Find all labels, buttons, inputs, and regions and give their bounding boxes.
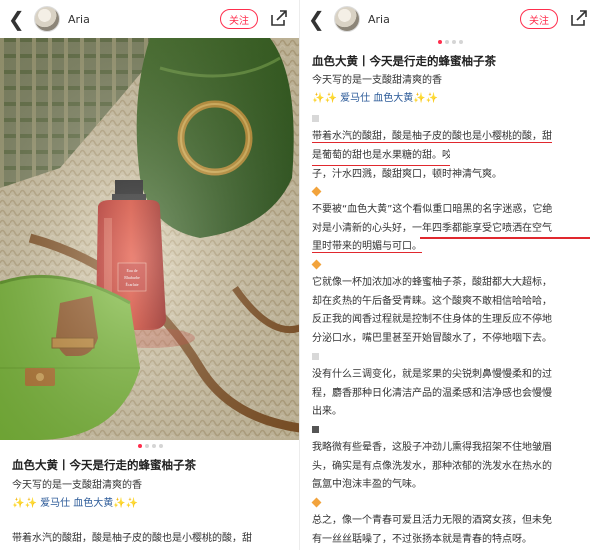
text-line: 没有什么三调变化，就是浆果的尖锐刺鼻慢慢柔和的过 <box>312 369 552 381</box>
sparkle-icon: ✨✨ <box>113 498 139 509</box>
paragraph: 带着水汽的酸甜，酸是柚子皮的酸也是小樱桃的酸，甜 是葡萄的甜也是水果糖的甜。咬了… <box>312 110 590 185</box>
perfume-photo: Eau de Rhubarbe Écarlate <box>0 38 300 440</box>
diamond-icon <box>311 497 322 507</box>
text-line: 分泌口水，嘴巴里甚至开始冒酸水了，不停地咽下去。 <box>312 332 552 344</box>
diamond-icon <box>311 186 322 196</box>
highlighted-text: 是葡萄的甜也是水果糖的甜。咬了一口红彤彤的小果 <box>312 147 450 167</box>
paragraph: 总之，像一个青春可爱且活力无限的酒窝女孩，但未免 有一丝丝聒噪了，不过张扬本就是… <box>311 494 590 549</box>
carousel-indicator <box>0 444 300 450</box>
text-line: 头，确实是有点像洗发水，那种浓郁的洗发水在热水的 <box>312 460 552 472</box>
paragraph: 不要被“血色大黄”这个看似重口暗黑的名字迷惑，它绝 对是小清新的心头好，一年四季… <box>311 183 590 257</box>
post-excerpt: 带着水汽的酸甜，酸是柚子皮的酸也是小樱桃的酸，甜 <box>12 533 252 544</box>
post-header: ❮ Aria 关注 <box>300 0 600 38</box>
post-intro: 今天写的是一支酸甜清爽的香 <box>312 75 442 86</box>
section-marker <box>312 348 590 366</box>
share-icon[interactable] <box>570 9 588 27</box>
username[interactable]: Aria <box>368 13 390 26</box>
sparkle-icon: ✨✨ <box>312 93 337 104</box>
text-line: 子，汁水四溅，酸甜爽口，顿时神清气爽。 <box>312 169 502 181</box>
carousel-dot <box>437 40 442 44</box>
post-header: ❮ Aria 关注 <box>0 0 300 38</box>
follow-button[interactable]: 关注 <box>520 9 558 29</box>
brand-line: ✨✨ 爱马仕 血色大黄✨✨ <box>312 90 590 108</box>
square-icon <box>312 352 319 360</box>
carousel-dot <box>458 40 463 44</box>
post-photo[interactable]: Eau de Rhubarbe Écarlate <box>0 38 300 440</box>
square-icon <box>312 114 319 122</box>
section-marker <box>311 183 590 201</box>
brand-tag[interactable]: 爱马仕 血色大黄 <box>340 93 413 104</box>
sparkle-icon: ✨✨ <box>413 93 439 104</box>
text-line: 有一丝丝聒噪了，不过张扬本就是青春的特点呀。 <box>312 533 532 545</box>
text-line: 不要被“血色大黄”这个看似重口暗黑的名字迷惑，它绝 <box>312 204 553 216</box>
post-intro: 今天写的是一支酸甜清爽的香 <box>12 480 142 491</box>
carousel-indicator <box>300 40 600 44</box>
username[interactable]: Aria <box>68 13 90 26</box>
section-marker <box>311 494 590 512</box>
highlighted-text: 带着水汽的酸甜，酸是柚子皮的酸也是小樱桃的酸，甜 <box>312 131 552 144</box>
follow-button[interactable]: 关注 <box>220 9 258 29</box>
paragraph: 我略微有些晕香，这股子冲劲儿熏得我招架不住地皱眉 头，确实是有点像洗发水，那种浓… <box>312 421 590 495</box>
right-phone-screen: ❮ Aria 关注 血色大黄丨今天是行走的蜂蜜柚子茶 今天写的是一支酸甜清爽的香… <box>300 0 600 550</box>
square-icon <box>312 425 319 433</box>
text-line: 它就像一杯加浓加冰的蜂蜜柚子茶，酸甜都大大超标， <box>312 277 552 289</box>
highlighted-text: 里时带来的明媚与可口。 <box>312 241 422 254</box>
brand-tag[interactable]: 爱马仕 血色大黄 <box>40 498 113 509</box>
text-line: 出来。 <box>312 406 342 418</box>
avatar[interactable] <box>34 6 60 32</box>
carousel-dot <box>158 444 163 448</box>
carousel-dot <box>444 40 449 44</box>
carousel-dot <box>151 444 156 448</box>
section-marker <box>311 256 590 274</box>
text-line: 带着水汽的酸甜，酸是柚子皮的酸也是小樱桃的酸，甜 <box>312 128 590 146</box>
text-line: 却在炙热的午后备受青睐。这个酸爽不敢相信哈哈哈， <box>312 295 552 307</box>
share-icon[interactable] <box>270 9 288 27</box>
sparkle-icon: ✨✨ <box>12 498 37 509</box>
section-marker <box>312 421 590 439</box>
carousel-dot <box>137 444 142 448</box>
text-line: 程，麝香那种日化清洁产品的温柔感和洁净感也会慢慢 <box>312 387 552 399</box>
section-marker <box>312 110 590 128</box>
brand-line: ✨✨ 爱马仕 血色大黄✨✨ <box>12 495 290 513</box>
post-title: 血色大黄丨今天是行走的蜂蜜柚子茶 <box>12 458 196 472</box>
avatar[interactable] <box>334 6 360 32</box>
paragraph: 没有什么三调变化，就是浆果的尖锐刺鼻慢慢柔和的过 程，麝香那种日化清洁产品的温柔… <box>312 348 590 422</box>
text-line: 是葡萄的甜也是水果糖的甜。咬了一口红彤彤的小果 <box>312 147 590 167</box>
text-line: 反正我的闻香过程就是控制不住身体的生理反应不停地 <box>312 314 552 326</box>
highlight-underline <box>420 237 590 239</box>
carousel-dot <box>144 444 149 448</box>
diamond-icon <box>311 259 322 269</box>
left-phone-screen: ❮ Aria 关注 血色大黄丨今天是行走的蜂蜜柚子茶 今天写的是一支酸甜清爽的香… <box>0 0 300 550</box>
back-icon[interactable]: ❮ <box>308 9 330 29</box>
text-line: 总之，像一个青春可爱且活力无限的酒窝女孩，但未免 <box>312 515 552 527</box>
text-line: 对是小清新的心头好，一年四季都能享受它喷洒在空气 <box>312 222 552 234</box>
text-line: 里时带来的明媚与可口。 <box>312 238 590 256</box>
post-title: 血色大黄丨今天是行走的蜂蜜柚子茶 <box>312 54 496 68</box>
carousel-dot <box>451 40 456 44</box>
text-line: 氤氲中泡沫丰盈的气味。 <box>312 479 422 491</box>
back-icon[interactable]: ❮ <box>8 9 30 29</box>
paragraph: 它就像一杯加浓加冰的蜂蜜柚子茶，酸甜都大大超标， 却在炙热的午后备受青睐。这个酸… <box>311 256 590 348</box>
text-line: 我略微有些晕香，这股子冲劲儿熏得我招架不住地皱眉 <box>312 442 552 454</box>
